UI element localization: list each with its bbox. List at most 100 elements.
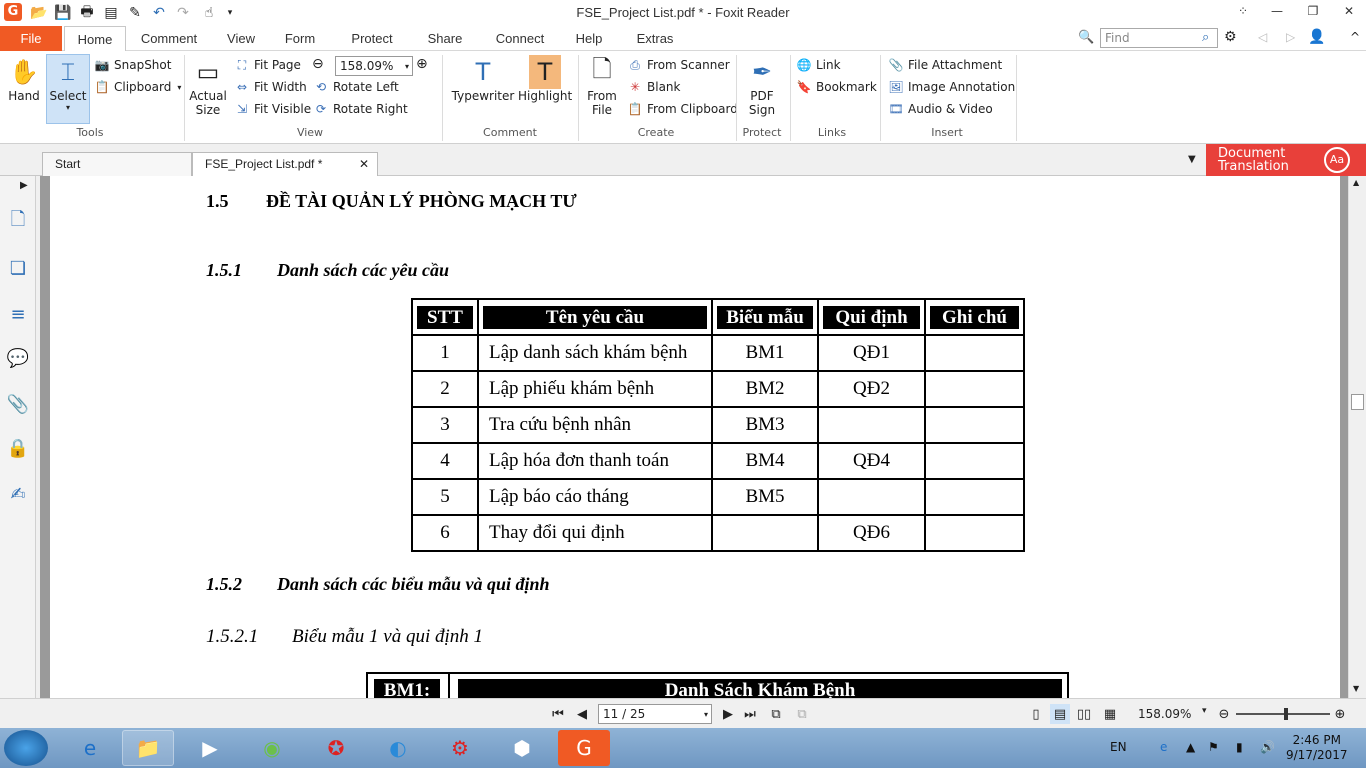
from-file-button[interactable]: 🗋 From File <box>584 55 620 118</box>
tab-document[interactable]: FSE_Project List.pdf * ✕ <box>192 152 378 176</box>
expand-panel-icon[interactable]: ▶ <box>20 180 28 191</box>
highlight-button[interactable]: T Highlight <box>518 55 572 103</box>
virtualbox-icon[interactable]: ⬢ <box>496 730 548 766</box>
zoom-in-status-icon[interactable]: ⊕ <box>1330 704 1350 724</box>
fit-width-button[interactable]: ⇔ Fit Width <box>234 77 307 97</box>
minimize-button[interactable]: — <box>1262 0 1292 22</box>
file-attachment-button[interactable]: 📎 File Attachment <box>888 55 1003 75</box>
zoom-dropdown-icon[interactable]: ▾ <box>1202 706 1207 716</box>
zoom-level[interactable]: 158.09% <box>1138 707 1191 721</box>
comments-panel-icon[interactable]: 💬 <box>6 346 30 370</box>
from-scanner-button[interactable]: ⎙ From Scanner <box>627 55 729 75</box>
zoom-in-icon[interactable]: ⊕ <box>416 56 428 72</box>
attachments-panel-icon[interactable]: 📎 <box>6 392 30 416</box>
previous-page-icon[interactable]: ◀ <box>572 704 592 724</box>
image-annotation-button[interactable]: 🖼 Image Annotation <box>888 77 1015 97</box>
fit-page-button[interactable]: ⛶ Fit Page <box>234 55 301 75</box>
rotate-right-button[interactable]: ⟳ Rotate Right <box>313 99 408 119</box>
start-button[interactable] <box>4 730 48 766</box>
close-button[interactable]: ✕ <box>1334 0 1364 22</box>
select-cursor-icon: ⌶ <box>60 58 76 86</box>
facing-page-icon[interactable]: ▯▯ <box>1074 704 1094 724</box>
security-lock-icon[interactable]: 🔒 <box>6 436 30 460</box>
tab-home[interactable]: Home <box>64 26 126 52</box>
zoom-select[interactable]: 158.09% ▾ <box>335 56 413 76</box>
tab-share[interactable]: Share <box>420 26 470 51</box>
zoom-slider-thumb[interactable] <box>1284 708 1288 720</box>
typewriter-button[interactable]: T Typewriter <box>450 55 516 103</box>
scroll-down-icon[interactable]: ▼ <box>1353 684 1359 693</box>
single-page-icon[interactable]: ▯ <box>1026 704 1046 724</box>
scrollbar-thumb[interactable] <box>1351 394 1364 410</box>
zoom-slider[interactable] <box>1236 708 1330 720</box>
coc-coc-browser-icon[interactable]: ◉ <box>246 730 298 766</box>
tab-start[interactable]: Start <box>42 152 192 176</box>
tab-help[interactable]: Help <box>568 26 610 51</box>
zoom-out-status-icon[interactable]: ⊖ <box>1214 704 1234 724</box>
first-page-icon[interactable]: ⏮ <box>548 704 568 724</box>
snapshot-button[interactable]: 📷 SnapShot <box>94 55 172 75</box>
file-explorer-icon[interactable]: 📁 <box>122 730 174 766</box>
find-options-icon[interactable]: 🔍 <box>1078 30 1094 45</box>
restore-view-icon[interactable]: ⁘ <box>1228 0 1258 22</box>
red-app-icon[interactable]: ✪ <box>310 730 362 766</box>
fit-visible-button[interactable]: ⇲ Fit Visible <box>234 99 311 119</box>
search-icon[interactable]: ⌕ <box>1202 30 1209 45</box>
collapse-ribbon-icon[interactable]: ^ <box>1350 30 1360 44</box>
foxit-reader-taskbar-icon[interactable]: G <box>558 730 610 766</box>
maximize-button[interactable]: ❐ <box>1298 0 1328 22</box>
clock[interactable]: 2:46 PM 9/17/2017 <box>1286 733 1348 763</box>
bookmarks-panel-icon[interactable]: 🗋 <box>6 209 30 234</box>
tab-list-dropdown-icon[interactable]: ▼ <box>1188 154 1196 165</box>
previous-view-icon[interactable]: ⧉ <box>766 704 786 724</box>
last-page-icon[interactable]: ⏭ <box>740 704 760 724</box>
continuous-facing-icon[interactable]: ▦ <box>1100 704 1120 724</box>
hand-tool-button[interactable]: ✋ Hand <box>4 55 44 103</box>
from-clipboard-button[interactable]: 📋 From Clipboard <box>627 99 738 119</box>
tab-view[interactable]: View <box>218 26 264 51</box>
settings-gear-icon[interactable]: ⚙ <box>1224 29 1237 45</box>
next-page-icon[interactable]: ▶ <box>718 704 738 724</box>
vertical-scrollbar[interactable]: ▲ ▼ <box>1348 176 1366 698</box>
next-view-icon[interactable]: ⧉ <box>792 704 812 724</box>
tray-app-icon[interactable]: e <box>1160 740 1167 754</box>
tab-form[interactable]: Form <box>276 26 324 51</box>
select-tool-button[interactable]: ⌶ Select ▾ <box>46 54 90 124</box>
zoom-out-icon[interactable]: ⊖ <box>312 56 324 72</box>
tab-comment[interactable]: Comment <box>134 26 204 51</box>
link-button[interactable]: 🌐 Link <box>796 55 841 75</box>
audio-video-button[interactable]: 🎞 Audio & Video <box>888 99 992 119</box>
bookmark-button[interactable]: 🔖 Bookmark <box>796 77 877 97</box>
continuous-page-icon[interactable]: ▤ <box>1050 704 1070 724</box>
media-player-icon[interactable]: ▶ <box>184 730 236 766</box>
blank-button[interactable]: ✳ Blank <box>627 77 681 97</box>
find-input[interactable]: Find <box>1100 28 1218 48</box>
tab-protect[interactable]: Protect <box>342 26 402 51</box>
action-center-icon[interactable]: ⚑ <box>1208 740 1219 754</box>
actual-size-button[interactable]: ▭ Actual Size <box>188 55 228 117</box>
blue-app-icon[interactable]: ◐ <box>372 730 424 766</box>
user-avatar-icon[interactable]: 👤 <box>1308 29 1325 45</box>
layers-panel-icon[interactable]: ≡ <box>6 302 30 326</box>
document-translation-button[interactable]: Document Translation Aa <box>1206 144 1366 176</box>
tab-connect[interactable]: Connect <box>488 26 552 51</box>
forward-icon[interactable]: ▷ <box>1286 30 1295 44</box>
tab-extras[interactable]: Extras <box>628 26 682 51</box>
language-indicator[interactable]: EN <box>1110 740 1127 754</box>
clipboard-button[interactable]: 📋 Clipboard ▾ <box>94 77 182 97</box>
internet-explorer-icon[interactable]: e <box>64 730 116 766</box>
show-hidden-icons-icon[interactable]: ▲ <box>1186 740 1195 754</box>
volume-icon[interactable]: 🔊 <box>1260 740 1275 754</box>
pages-panel-icon[interactable]: ❏ <box>6 256 30 280</box>
scroll-up-icon[interactable]: ▲ <box>1353 178 1359 187</box>
file-menu[interactable]: File <box>0 26 62 51</box>
rotate-left-button[interactable]: ⟲ Rotate Left <box>313 77 399 97</box>
back-icon[interactable]: ◁ <box>1258 30 1267 44</box>
garena-icon[interactable]: ⚙ <box>434 730 486 766</box>
network-icon[interactable]: ▮ <box>1236 740 1243 754</box>
pdf-sign-button[interactable]: ✒ PDF Sign <box>742 55 782 117</box>
close-tab-icon[interactable]: ✕ <box>359 153 369 175</box>
document-view[interactable]: 1.5 ĐỀ TÀI QUẢN LÝ PHÒNG MẠCH TƯ 1.5.1 Dan… <box>40 176 1348 698</box>
signatures-panel-icon[interactable]: ✍ <box>6 482 30 506</box>
page-number-input[interactable]: 11 / 25 ▾ <box>598 704 712 724</box>
